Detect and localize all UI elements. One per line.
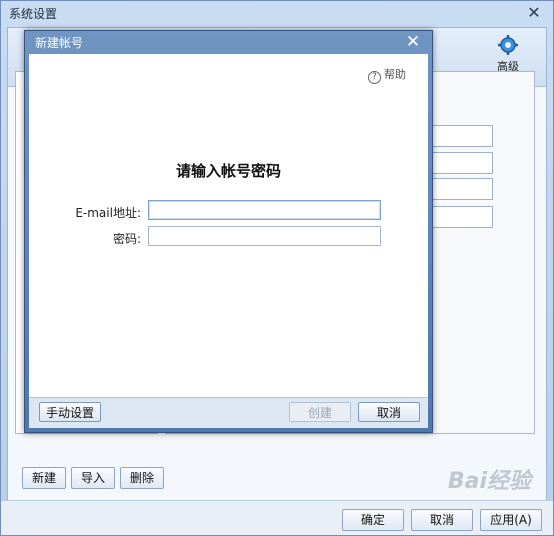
- window-close-icon[interactable]: ✕: [525, 4, 543, 22]
- gear-icon: [498, 35, 518, 55]
- dialog-title: 新建帐号: [35, 36, 84, 50]
- watermark: Bai经验: [447, 469, 531, 494]
- new-account-dialog: 新建帐号 ✕ ? 帮助 请输入帐号密码 E-mail地址: 密码: 手动设置 创建…: [24, 30, 433, 433]
- dialog-heading: 请输入帐号密码: [175, 162, 281, 180]
- manual-settings-button[interactable]: 手动设置: [39, 402, 101, 422]
- password-label: 密码:: [112, 232, 141, 246]
- delete-button[interactable]: 删除: [120, 467, 164, 489]
- import-button[interactable]: 导入: [71, 467, 115, 489]
- email-label: E-mail地址:: [75, 206, 141, 220]
- dialog-footer: 手动设置 创建 取消: [29, 397, 428, 428]
- help-link[interactable]: ? 帮助: [368, 66, 406, 84]
- question-icon: ?: [368, 71, 381, 84]
- apply-button[interactable]: 应用(A): [480, 509, 542, 531]
- help-label: 帮助: [384, 68, 406, 81]
- dialog-body: ? 帮助 请输入帐号密码 E-mail地址: 密码: 手动设置 创建 取消: [29, 54, 428, 428]
- new-account-button[interactable]: 新建: [22, 467, 66, 489]
- window-title: 系统设置: [9, 7, 58, 21]
- dialog-cancel-button[interactable]: 取消: [358, 402, 420, 422]
- password-field[interactable]: [148, 226, 381, 246]
- ok-button[interactable]: 确定: [342, 509, 404, 531]
- email-field[interactable]: [148, 200, 381, 220]
- cancel-button[interactable]: 取消: [411, 509, 473, 531]
- dialog-close-icon[interactable]: ✕: [404, 32, 422, 52]
- create-button[interactable]: 创建: [289, 402, 351, 422]
